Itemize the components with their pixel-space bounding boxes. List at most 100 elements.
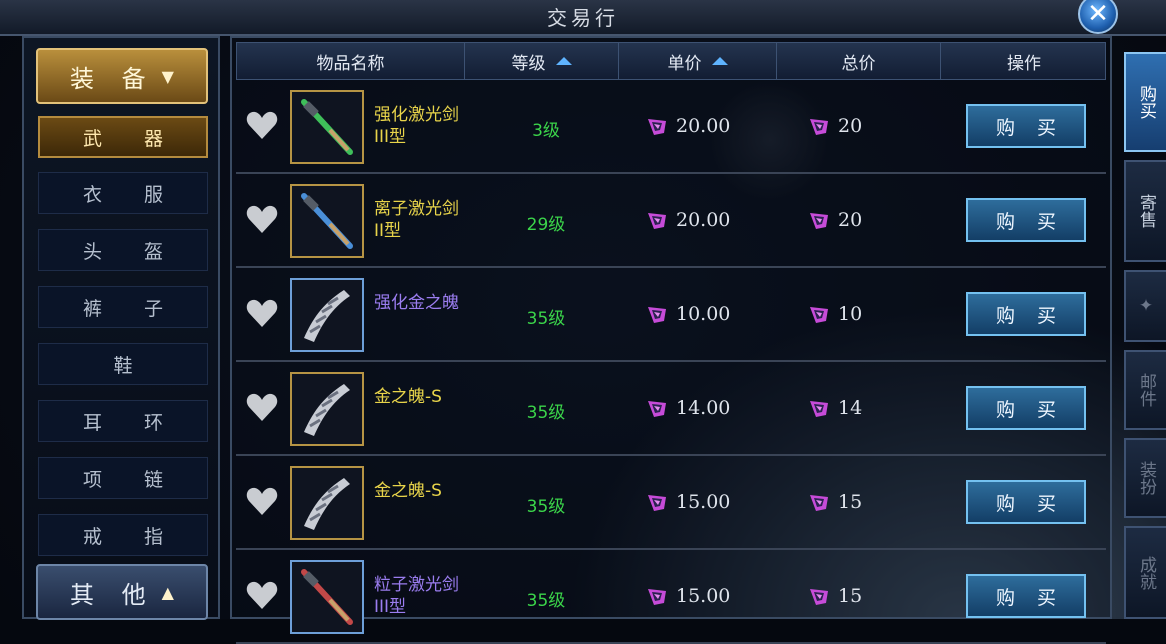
favorite-heart-icon[interactable] xyxy=(246,486,278,516)
tab-dressup[interactable]: 装扮 xyxy=(1124,438,1166,518)
table-row: 强化激光剑III型 3级 20.00 20 购 买 xyxy=(236,82,1106,174)
gem-currency-icon xyxy=(808,585,830,607)
item-level: 3级 xyxy=(532,121,560,141)
category-item-pants[interactable]: 裤 子 xyxy=(38,286,208,328)
column-header-unit-price[interactable]: 单价 xyxy=(619,43,777,79)
green-laser-sword-icon[interactable] xyxy=(290,90,364,164)
gem-currency-icon xyxy=(646,585,668,607)
item-name: 强化激光剑III型 xyxy=(374,105,459,147)
item-name: 粒子激光剑III型 xyxy=(374,575,459,617)
tab-mail[interactable]: 邮件 xyxy=(1124,350,1166,430)
unit-price: 10.00 xyxy=(646,300,730,328)
category-item-earring[interactable]: 耳 环 xyxy=(38,400,208,442)
gem-currency-icon xyxy=(808,115,830,137)
favorite-heart-icon[interactable] xyxy=(246,298,278,328)
table-header: 物品名称 等级 单价 总价 操作 xyxy=(236,42,1106,80)
unit-price-value: 20.00 xyxy=(676,115,731,137)
category-panel: 装 备 ▼ 武 器 衣 服 头 盔 裤 子 鞋 耳 环 项 链 戒 指 其 他 … xyxy=(22,36,220,620)
total-price-value: 15 xyxy=(838,585,863,607)
category-item-shoes[interactable]: 鞋 xyxy=(38,343,208,385)
header-total-label: 总价 xyxy=(841,53,876,74)
category-item-helmet[interactable]: 头 盔 xyxy=(38,229,208,271)
metal-claw-icon[interactable] xyxy=(290,466,364,540)
total-price-value: 14 xyxy=(838,397,863,419)
gem-currency-icon xyxy=(646,397,668,419)
total-price: 10 xyxy=(808,300,862,328)
header-name-label: 物品名称 xyxy=(316,53,385,74)
unit-price: 20.00 xyxy=(646,112,730,140)
unit-price-value: 20.00 xyxy=(676,209,731,231)
total-price: 20 xyxy=(808,112,862,140)
category-item-clothes[interactable]: 衣 服 xyxy=(38,172,208,214)
tab-achievement[interactable]: 成就 xyxy=(1124,526,1166,619)
tab-telescope[interactable]: ✦ xyxy=(1124,270,1166,342)
unit-price: 15.00 xyxy=(646,582,730,610)
category-other-toggle[interactable]: 其 他 ▲ xyxy=(36,564,208,620)
favorite-heart-icon[interactable] xyxy=(246,110,278,140)
unit-price: 15.00 xyxy=(646,488,730,516)
item-name: 金之魄-S xyxy=(374,481,442,501)
total-price-value: 15 xyxy=(838,491,863,513)
favorite-heart-icon[interactable] xyxy=(246,580,278,610)
header-unit-label: 单价 xyxy=(667,53,702,74)
gem-currency-icon xyxy=(808,303,830,325)
window-title: 交易行 xyxy=(547,6,619,30)
category-item-weapon[interactable]: 武 器 xyxy=(38,116,208,158)
gem-currency-icon xyxy=(646,209,668,231)
header-level-label: 等级 xyxy=(511,53,546,74)
sort-ascending-icon xyxy=(555,57,572,65)
buy-button[interactable]: 购 买 xyxy=(966,104,1086,148)
total-price: 15 xyxy=(808,582,862,610)
total-price: 15 xyxy=(808,488,862,516)
category-equipment-toggle[interactable]: 装 备 ▼ xyxy=(36,48,208,104)
listing-table: 物品名称 等级 单价 总价 操作 强化激光剑III型 3级 20.00 20 购 买离子… xyxy=(230,36,1112,644)
gem-currency-icon xyxy=(646,115,668,137)
unit-price-value: 14.00 xyxy=(676,397,731,419)
gem-currency-icon xyxy=(646,491,668,513)
item-name: 金之魄-S xyxy=(374,387,442,407)
item-name: 强化金之魄 xyxy=(374,293,459,313)
gem-currency-icon xyxy=(808,491,830,513)
total-price-value: 10 xyxy=(838,303,863,325)
unit-price-value: 15.00 xyxy=(676,585,731,607)
item-name: 离子激光剑II型 xyxy=(374,199,459,241)
total-price-value: 20 xyxy=(838,209,863,231)
unit-price-value: 10.00 xyxy=(676,303,731,325)
category-header-label: 装 备 xyxy=(70,64,156,93)
column-header-name: 物品名称 xyxy=(237,43,465,79)
item-level: 35级 xyxy=(526,403,566,423)
close-icon: ✕ xyxy=(1087,0,1109,29)
buy-button[interactable]: 购 买 xyxy=(966,386,1086,430)
table-row: 金之魄-S 35级 14.00 14 购 买 xyxy=(236,364,1106,456)
unit-price: 20.00 xyxy=(646,206,730,234)
total-price-value: 20 xyxy=(838,115,863,137)
buy-button[interactable]: 购 买 xyxy=(966,480,1086,524)
table-row: 强化金之魄 35级 10.00 10 购 买 xyxy=(236,270,1106,362)
sort-ascending-icon xyxy=(711,57,728,65)
blue-laser-sword-icon[interactable] xyxy=(290,184,364,258)
tab-consign[interactable]: 寄售 xyxy=(1124,160,1166,262)
buy-button[interactable]: 购 买 xyxy=(966,292,1086,336)
table-row: 粒子激光剑III型 35级 15.00 15 购 买 xyxy=(236,552,1106,644)
category-footer-label: 其 他 xyxy=(70,580,156,609)
favorite-heart-icon[interactable] xyxy=(246,204,278,234)
category-item-ring[interactable]: 戒 指 xyxy=(38,514,208,556)
header-action-label: 操作 xyxy=(1007,53,1041,74)
buy-button[interactable]: 购 买 xyxy=(966,198,1086,242)
gem-currency-icon xyxy=(808,209,830,231)
chevron-up-icon: ▲ xyxy=(161,582,174,602)
table-row: 金之魄-S 35级 15.00 15 购 买 xyxy=(236,458,1106,550)
buy-button[interactable]: 购 买 xyxy=(966,574,1086,618)
category-item-necklace[interactable]: 项 链 xyxy=(38,457,208,499)
tab-buy[interactable]: 购买 xyxy=(1124,52,1166,152)
item-level: 35级 xyxy=(526,309,566,329)
red-laser-sword-icon[interactable] xyxy=(290,560,364,634)
metal-claw-icon[interactable] xyxy=(290,372,364,446)
telescope-icon: ✦ xyxy=(1136,296,1156,316)
metal-claw-icon[interactable] xyxy=(290,278,364,352)
unit-price: 14.00 xyxy=(646,394,730,422)
column-header-level[interactable]: 等级 xyxy=(465,43,619,79)
favorite-heart-icon[interactable] xyxy=(246,392,278,422)
item-level: 35级 xyxy=(526,497,566,517)
total-price: 20 xyxy=(808,206,862,234)
